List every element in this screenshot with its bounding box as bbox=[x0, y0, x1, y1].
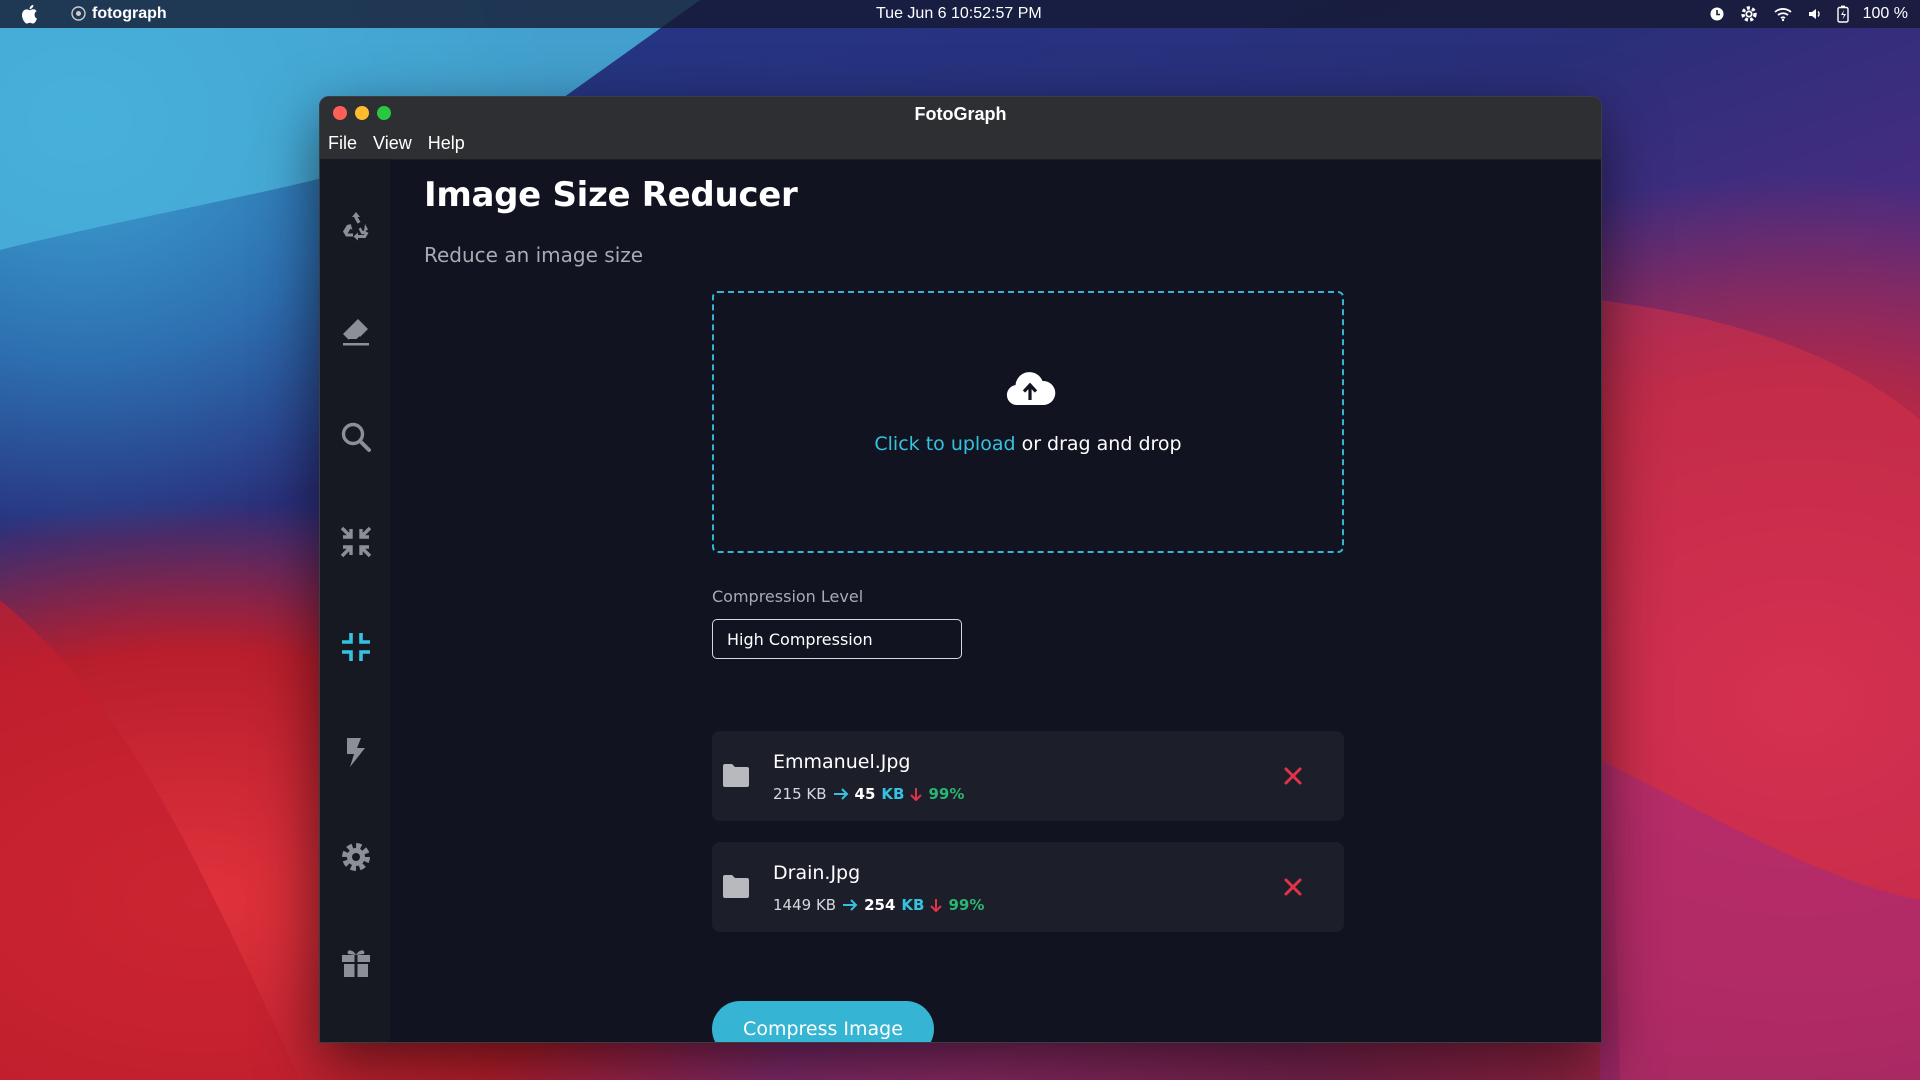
sidebar bbox=[320, 159, 390, 1042]
app-window: FotoGraph File View Help Image Size Redu… bbox=[319, 96, 1602, 1043]
compression-level-select[interactable]: High Compression bbox=[712, 619, 962, 659]
gift-icon bbox=[342, 950, 370, 977]
sidebar-item-bolt[interactable] bbox=[338, 734, 374, 770]
reduction-percent: 99% bbox=[928, 785, 965, 803]
compressed-size: 45 bbox=[854, 785, 876, 803]
compressed-size-unit: KB bbox=[901, 896, 925, 914]
active-app-name[interactable]: fotograph bbox=[92, 5, 167, 23]
sidebar-item-compress-arrows[interactable] bbox=[338, 524, 374, 560]
file-item: Emmanuel.Jpg 215 KB 45 KB 99% bbox=[712, 731, 1344, 821]
bolt-icon bbox=[347, 738, 365, 767]
menu-file[interactable]: File bbox=[328, 133, 357, 154]
file-item: Drain.Jpg 1449 KB 254 KB 99% bbox=[712, 842, 1344, 932]
status-tray: 100 % bbox=[1709, 4, 1908, 24]
compression-level-label: Compression Level bbox=[712, 587, 864, 606]
drag-drop-text: or drag and drop bbox=[1015, 433, 1182, 455]
upload-prompt: Click to upload or drag and drop bbox=[714, 433, 1342, 455]
sidebar-item-image-size-reducer[interactable] bbox=[338, 629, 374, 665]
folder-icon bbox=[723, 875, 749, 898]
file-size-info: 1449 KB 254 KB 99% bbox=[773, 896, 984, 914]
arrow-down-icon bbox=[910, 788, 923, 801]
battery-icon[interactable] bbox=[1836, 5, 1849, 23]
cloud-upload-icon bbox=[1006, 372, 1056, 406]
file-name: Emmanuel.Jpg bbox=[773, 751, 911, 773]
menubar-clock[interactable]: Tue Jun 6 10:52:57 PM bbox=[876, 5, 1042, 23]
original-size: 1449 KB bbox=[773, 896, 837, 914]
sidebar-item-search[interactable] bbox=[338, 419, 374, 455]
gear-icon bbox=[342, 843, 370, 871]
remove-file-icon[interactable] bbox=[1282, 876, 1304, 898]
original-size: 215 KB bbox=[773, 785, 827, 803]
eraser-icon bbox=[343, 319, 369, 346]
search-icon bbox=[341, 422, 371, 452]
folder-icon bbox=[723, 764, 749, 787]
window-titlebar[interactable]: FotoGraph File View Help bbox=[320, 97, 1601, 160]
remove-file-icon[interactable] bbox=[1282, 765, 1304, 787]
apple-icon[interactable] bbox=[20, 4, 38, 24]
file-name: Drain.Jpg bbox=[773, 862, 861, 884]
compress-arrows-icon bbox=[340, 526, 372, 558]
compress-icon bbox=[342, 633, 370, 661]
reduction-percent: 99% bbox=[948, 896, 985, 914]
sidebar-item-recycle[interactable] bbox=[338, 209, 374, 245]
battery-percent: 100 % bbox=[1862, 5, 1908, 22]
sidebar-item-eraser[interactable] bbox=[338, 314, 374, 350]
clock-icon[interactable] bbox=[1709, 6, 1725, 22]
sidebar-item-gift[interactable] bbox=[338, 944, 374, 980]
menu-view[interactable]: View bbox=[373, 133, 412, 154]
compress-image-button[interactable]: Compress Image bbox=[712, 1001, 934, 1042]
sidebar-item-settings[interactable] bbox=[338, 839, 374, 875]
volume-icon[interactable] bbox=[1807, 6, 1823, 22]
arrow-right-icon bbox=[843, 899, 858, 911]
file-size-info: 215 KB 45 KB 99% bbox=[773, 785, 964, 803]
main-content: Image Size Reducer Reduce an image size … bbox=[390, 159, 1601, 1042]
page-title: Image Size Reducer bbox=[424, 175, 798, 215]
arrow-right-icon bbox=[833, 788, 848, 800]
system-menu-bar: fotograph Tue Jun 6 10:52:57 PM 100 % bbox=[0, 0, 1920, 28]
page-subtitle: Reduce an image size bbox=[424, 243, 644, 267]
upload-dropzone[interactable]: Click to upload or drag and drop bbox=[712, 291, 1344, 553]
click-to-upload-link[interactable]: Click to upload bbox=[874, 433, 1015, 455]
app-menu: File View Help bbox=[328, 133, 465, 154]
arrow-down-icon bbox=[930, 899, 943, 912]
window-title: FotoGraph bbox=[914, 104, 1007, 124]
recycle-icon bbox=[343, 212, 369, 241]
fotograph-app-icon bbox=[71, 6, 86, 21]
menu-help[interactable]: Help bbox=[428, 133, 465, 154]
gear-icon[interactable] bbox=[1739, 4, 1759, 24]
compressed-size: 254 bbox=[864, 896, 896, 914]
compressed-size-unit: KB bbox=[881, 785, 905, 803]
wifi-icon[interactable] bbox=[1773, 6, 1793, 22]
